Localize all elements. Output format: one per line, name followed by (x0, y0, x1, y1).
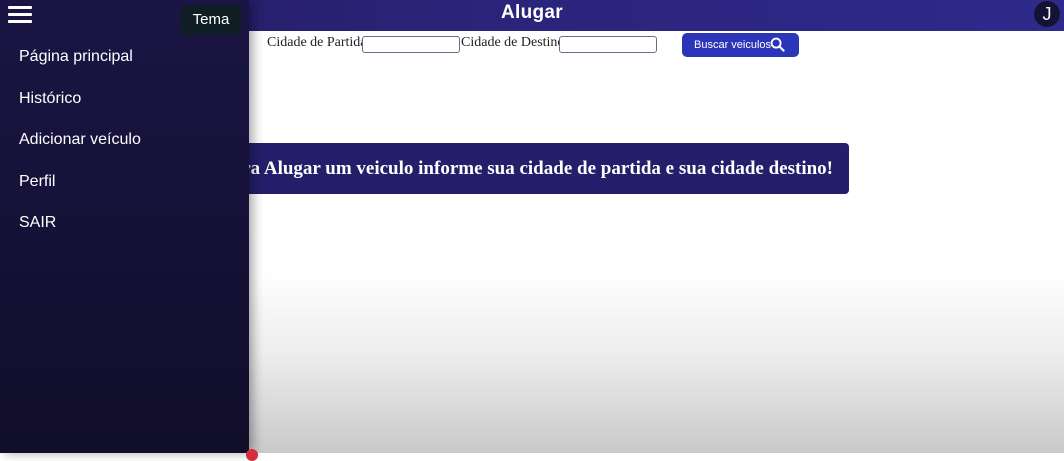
menu-icon[interactable] (8, 6, 32, 24)
info-banner: Para Alugar um veiculo informe sua cidad… (235, 143, 849, 194)
search-button-label: Buscar veiculos (694, 39, 772, 51)
destination-input[interactable] (559, 36, 657, 53)
search-vehicles-button[interactable]: Buscar veiculos (682, 33, 799, 57)
origin-input[interactable] (362, 36, 460, 53)
destination-label: Cidade de Destino (461, 35, 565, 50)
menu-item-profile[interactable]: Perfil (19, 173, 55, 191)
menu-item-history[interactable]: Histórico (19, 90, 81, 108)
side-drawer: Tema Página principal Histórico Adiciona… (0, 0, 249, 453)
origin-label: Cidade de Partida (267, 35, 367, 50)
theme-button[interactable]: Tema (181, 5, 241, 35)
user-avatar[interactable]: J (1034, 1, 1060, 27)
search-icon (770, 37, 785, 52)
menu-item-home[interactable]: Página principal (19, 48, 133, 66)
menu-item-logout[interactable]: SAIR (19, 214, 56, 232)
edge-indicator (246, 449, 258, 461)
info-banner-text: Para Alugar um veiculo informe sua cidad… (235, 158, 833, 179)
menu-item-add-vehicle[interactable]: Adicionar veículo (19, 131, 141, 149)
